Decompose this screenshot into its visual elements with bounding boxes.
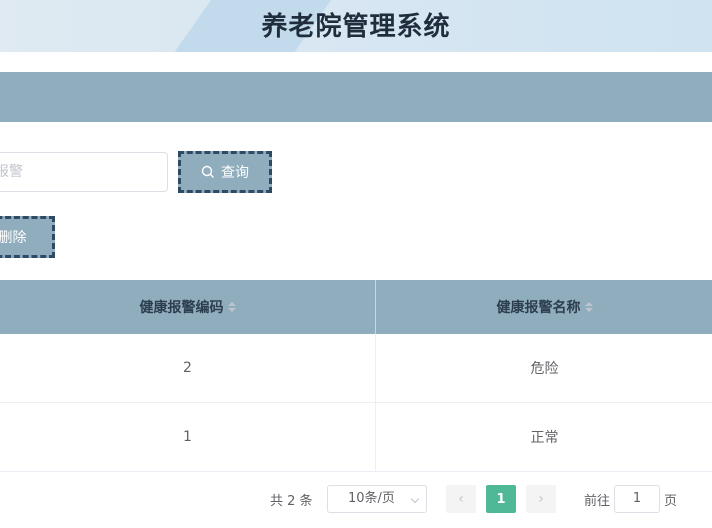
sort-icon[interactable] [584, 302, 593, 312]
table-header: 健康报警编码 健康报警名称 [0, 280, 712, 334]
chevron-right-icon: › [538, 491, 544, 507]
next-page-button[interactable]: › [526, 485, 556, 513]
prev-page-button[interactable]: ‹ [446, 485, 476, 513]
cell-code: 1 [0, 403, 376, 471]
delete-button-label: 删除 [0, 230, 27, 246]
goto-page-input[interactable]: 1 [614, 485, 660, 513]
page-number-current[interactable]: 1 [486, 485, 516, 513]
goto-suffix: 页 [664, 494, 678, 509]
search-button-label: 查询 [221, 165, 249, 181]
delete-button[interactable]: 删除 [0, 216, 55, 258]
app-header: 养老院管理系统 [0, 0, 712, 52]
chevron-left-icon: ‹ [458, 491, 464, 507]
sort-icon[interactable] [227, 302, 236, 312]
search-input[interactable]: 报警 [0, 152, 168, 192]
table-row[interactable]: 1 正常 [0, 403, 712, 472]
chevron-down-icon [410, 494, 420, 504]
goto-label: 前往 [584, 494, 611, 509]
table-row[interactable]: 2 危险 [0, 334, 712, 403]
column-header-name[interactable]: 健康报警名称 [377, 280, 712, 334]
search-icon [201, 165, 215, 179]
cell-name: 危险 [530, 361, 559, 377]
app-title: 养老院管理系统 [261, 12, 451, 42]
alarm-table: 健康报警编码 健康报警名称 2 危险 1 正常 [0, 280, 712, 472]
breadcrumb-bar [0, 72, 712, 122]
pagination-total: 共 2 条 [270, 494, 313, 509]
cell-name: 正常 [530, 430, 559, 446]
search-button[interactable]: 查询 [178, 151, 272, 193]
column-header-code[interactable]: 健康报警编码 [0, 280, 376, 334]
cell-code: 2 [0, 334, 376, 402]
page-size-select[interactable]: 10条/页 [327, 485, 427, 513]
